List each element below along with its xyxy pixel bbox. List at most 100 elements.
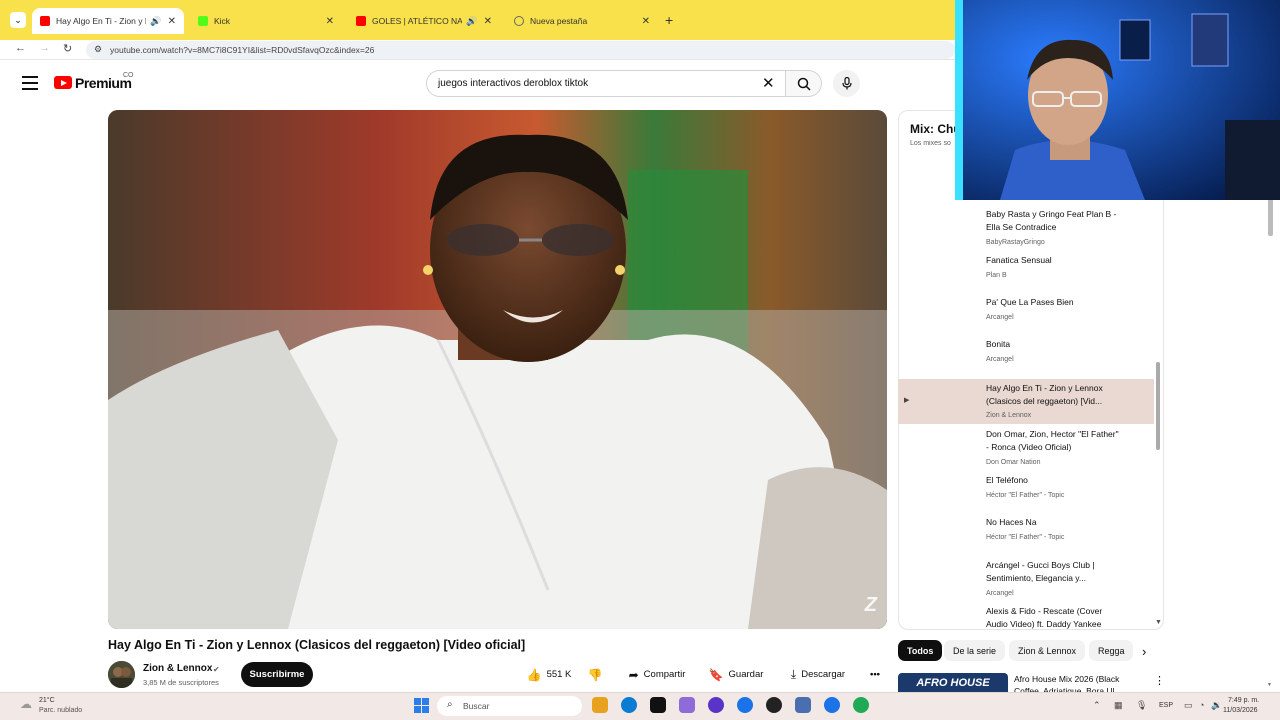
playlist-item-channel: Arcangel [986,314,1014,321]
like-count: 551 K [546,669,572,680]
clock-time[interactable]: 7:49 p. m. [1228,697,1259,704]
url-field[interactable]: ⚙ youtube.com/watch?v=8MC7i8C91YI&list=R… [86,41,955,59]
chevron-up-icon[interactable]: ⌃ [1093,700,1101,711]
playlist-item[interactable]: Don Omar, Zion, Hector "El Father" - Ron… [898,428,1154,470]
channel-watermark-icon: Z [864,594,877,616]
subscribe-button[interactable]: Suscribirme [241,662,313,687]
tab-new[interactable]: Nueva pestaña ✕ [506,8,658,34]
verified-icon: ✔ [213,665,220,674]
playlist-item[interactable]: Alexis & Fido - Rescate (Cover Audio Vid… [898,605,1154,631]
chip-all[interactable]: Todos [898,640,943,661]
playlist-item-title: Arcángel - Gucci Boys Club | Sentimiento… [986,560,1095,583]
save-label: Guardar [728,669,764,680]
more-actions-icon[interactable]: ••• [863,662,887,687]
chip-series[interactable]: De la serie [944,640,1006,661]
more-options-icon[interactable]: ⋮ [1154,674,1165,687]
mix-title[interactable]: Mix: Chu [910,122,955,136]
site-settings-icon[interactable]: ⚙ [94,44,102,55]
playlist-item[interactable]: El Teléfono Héctor "El Father" - Topic [898,474,1154,504]
like-button[interactable]: 👍 551 K [519,662,579,687]
playlist-item-title: El Teléfono [986,475,1028,485]
forward-icon[interactable]: → [39,42,50,54]
recommendation-thumbnail[interactable]: AFRO HOUSE [898,673,1008,693]
playlist-item[interactable]: Bonita Arcangel [898,338,1154,368]
close-tab-icon[interactable]: ✕ [642,16,650,27]
scroll-down-icon[interactable]: ▼ [1155,619,1162,626]
voice-search-button[interactable] [833,70,860,97]
app-icon[interactable] [766,697,782,713]
save-button[interactable]: 🔖 Guardar [705,662,767,687]
chip-reggaeton[interactable]: Regga [1089,640,1133,661]
tab-search-button[interactable]: ⌄ [10,12,26,28]
clear-search-icon[interactable]: ✕ [762,74,775,92]
tab-goles[interactable]: GOLES | ATLÉTICO NACION 🔊 ✕ [348,8,500,34]
video-player[interactable]: Z [108,110,887,629]
hamburger-menu-icon[interactable] [22,76,38,90]
channel-avatar[interactable] [108,661,135,688]
chip-channel[interactable]: Zion & Lennox [1009,640,1086,661]
playlist-item-channel: Plan B [986,272,1007,279]
channel-name[interactable]: Zion & Lennox [143,663,212,674]
monitor-icon[interactable]: ▭ [1184,700,1193,711]
close-tab-icon[interactable]: ✕ [484,16,492,27]
microphone-icon[interactable]: 🎙 [1136,700,1147,711]
page-scrollbar[interactable] [1268,196,1273,236]
microphone-icon [841,77,852,90]
playlist-item-active[interactable]: ▶ Hay Algo En Ti - Zion y Lennox (Clasic… [898,379,1154,424]
tab-kick[interactable]: Kick ✕ [190,8,342,34]
download-button[interactable]: ⤓ Descargar [780,662,856,687]
speaker-icon[interactable]: 🔊 [150,16,161,27]
taskbar-search-input[interactable]: ⌕ Buscar [437,696,582,716]
thumbs-down-icon: 👎 [587,667,603,682]
whatsapp-icon[interactable] [853,697,869,713]
wifi-icon[interactable]: ◔ [1199,700,1204,710]
chrome-icon[interactable] [737,697,753,713]
back-icon[interactable]: ← [15,42,26,54]
clock-date[interactable]: 11/03/2026 [1223,707,1258,714]
playlist-item[interactable]: Baby Rasta y Gringo Feat Plan B - Ella S… [898,208,1154,248]
file-explorer-icon[interactable] [592,697,608,713]
tiktok-icon[interactable] [650,697,666,713]
search-icon [797,77,811,91]
page-scroll-down-icon[interactable]: ▼ [1267,682,1272,688]
search-input[interactable]: juegos interactivos deroblox tiktok [426,70,786,97]
keyboard-language[interactable]: ESP [1159,702,1173,709]
windows-start-icon[interactable] [414,698,429,713]
playlist-item[interactable]: No Haces Na Héctor "El Father" - Topic [898,516,1154,546]
playlist-item-title: No Haces Na [986,517,1037,527]
chevron-right-icon[interactable]: › [1142,644,1146,659]
reload-icon[interactable]: ↻ [63,42,72,55]
volume-icon[interactable]: 🔉 [1211,700,1222,711]
search-icon: ⌕ [447,699,453,710]
search-button[interactable] [786,70,822,97]
new-tab-button[interactable]: + [665,12,673,28]
close-tab-icon[interactable]: ✕ [326,16,334,27]
playlist-item[interactable]: Pa' Que La Pases Bien Arcangel [898,296,1154,326]
taskbar-search-placeholder: Buscar [463,701,490,711]
edge-icon[interactable] [621,697,637,713]
app-icon[interactable] [795,697,811,713]
tray-app-icon[interactable]: ▦ [1114,700,1123,711]
webcam-overlay [955,0,1280,200]
country-code: CO [123,72,134,79]
youtube-favicon-icon [356,16,366,26]
weather-cloud-icon[interactable]: ☁ [20,697,32,711]
close-tab-icon[interactable]: ✕ [168,16,176,27]
playlist-item[interactable]: Arcángel - Gucci Boys Club | Sentimiento… [898,559,1154,601]
share-button[interactable]: ➦ Compartir [618,662,696,687]
obs-icon[interactable] [708,697,724,713]
mix-subtitle: Los mixes so [910,140,951,147]
weather-description[interactable]: Parc. nublado [39,707,82,714]
app-icon[interactable] [679,697,695,713]
tab-youtube[interactable]: Hay Algo En Ti - Zion y Len 🔊 ✕ [32,8,184,34]
dislike-button[interactable]: 👎 [583,662,607,687]
speaker-icon[interactable]: 🔊 [466,16,477,27]
tab-bar: ⌄ Hay Algo En Ti - Zion y Len 🔊 ✕ Kick ✕… [0,0,955,40]
youtube-logo-icon[interactable] [54,76,72,89]
chrome-active-icon[interactable] [824,697,840,713]
recommendation-title[interactable]: Afro House Mix 2026 (Black Coffee, Adria… [1014,673,1144,693]
weather-temperature[interactable]: 21°C [39,697,55,704]
playlist-item[interactable]: Fanatica Sensual Plan B [898,254,1154,284]
playlist-scrollbar[interactable] [1156,362,1160,450]
playlist-item-channel: Zion & Lennox [986,412,1032,419]
